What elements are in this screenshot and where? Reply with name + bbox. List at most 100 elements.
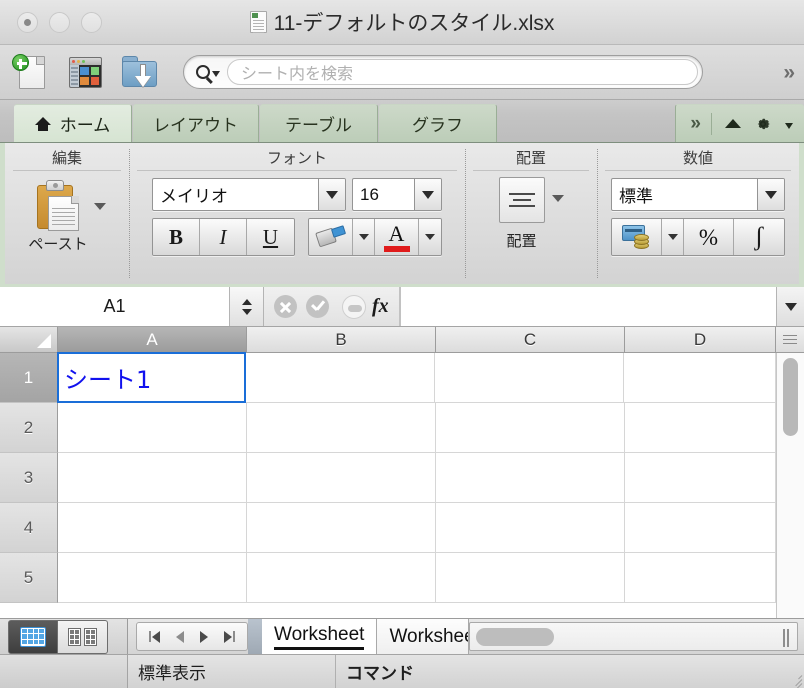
- fill-color-button[interactable]: [309, 219, 353, 255]
- chevron-up-icon[interactable]: [725, 119, 741, 128]
- tab-layout[interactable]: レイアウト: [133, 104, 259, 142]
- row-header-1[interactable]: 1: [0, 353, 58, 403]
- vertical-scrollbar-thumb[interactable]: [783, 358, 798, 436]
- column-header-b[interactable]: B: [247, 327, 436, 353]
- cell-d4[interactable]: [625, 503, 776, 553]
- zoom-button[interactable]: [81, 12, 102, 33]
- tab-charts[interactable]: グラフ: [379, 104, 497, 142]
- number-format-dropdown-icon[interactable]: [757, 179, 784, 210]
- tab-home[interactable]: ホーム: [14, 104, 132, 142]
- alignment-dropdown-icon[interactable]: [552, 195, 564, 202]
- ribbon-group-font-title: フォント: [267, 147, 327, 168]
- row-header-5[interactable]: 5: [0, 553, 58, 603]
- fill-color-dropdown-icon[interactable]: [353, 219, 375, 255]
- cell-b2[interactable]: [247, 403, 436, 453]
- font-size-dropdown-icon[interactable]: [414, 179, 441, 210]
- cell-b4[interactable]: [247, 503, 436, 553]
- open-folder-icon[interactable]: [118, 52, 161, 93]
- search-field[interactable]: シート内を検索: [183, 55, 703, 89]
- ribbon-overflow-icon[interactable]: »: [690, 113, 698, 135]
- alignment-button[interactable]: [499, 177, 545, 223]
- cancel-circle-icon[interactable]: [274, 295, 297, 318]
- font-color-dropdown-icon[interactable]: [419, 219, 441, 255]
- underline-button[interactable]: U: [247, 219, 294, 255]
- previous-sheet-button[interactable]: [176, 631, 184, 643]
- font-name-combo[interactable]: メイリオ: [152, 178, 346, 211]
- paste-dropdown-icon[interactable]: [94, 203, 106, 210]
- cell-b1[interactable]: [246, 353, 435, 403]
- template-gallery-icon[interactable]: [64, 52, 107, 93]
- currency-dropdown-icon[interactable]: [662, 219, 684, 255]
- cell-d3[interactable]: [625, 453, 776, 503]
- formula-input[interactable]: [400, 287, 776, 326]
- currency-format-button[interactable]: [612, 219, 662, 255]
- divider: [137, 170, 457, 171]
- sheet-tab-worksheet-1[interactable]: Worksheet: [262, 619, 377, 654]
- page-layout-view-button[interactable]: [58, 620, 108, 654]
- select-all-corner[interactable]: [0, 327, 58, 353]
- number-format-combo[interactable]: 標準: [611, 178, 785, 211]
- font-name-value: メイリオ: [153, 179, 318, 210]
- tab-charts-label: グラフ: [412, 111, 463, 136]
- cell-d1[interactable]: [624, 353, 776, 403]
- sheet-tab-scrollbar-thumb[interactable]: [476, 628, 554, 646]
- name-box-stepper[interactable]: [230, 287, 264, 326]
- cell-a1[interactable]: シート1: [57, 352, 246, 403]
- percent-format-button[interactable]: %: [684, 219, 734, 255]
- column-header-a[interactable]: A: [58, 327, 247, 353]
- search-icon[interactable]: [184, 65, 220, 79]
- italic-button[interactable]: I: [200, 219, 247, 255]
- window-title: 11-デフォルトのスタイル.xlsx: [274, 7, 555, 37]
- cell-c2[interactable]: [436, 403, 625, 453]
- fx-icon[interactable]: fx: [372, 295, 389, 318]
- bold-button[interactable]: B: [153, 219, 200, 255]
- cell-a5[interactable]: [58, 553, 247, 603]
- row-header-3[interactable]: 3: [0, 453, 58, 503]
- tab-split-grip[interactable]: [783, 629, 789, 647]
- cell-d5[interactable]: [625, 553, 776, 603]
- row-header-2[interactable]: 2: [0, 403, 58, 453]
- accept-circle-icon[interactable]: [306, 295, 329, 318]
- search-input[interactable]: シート内を検索: [227, 59, 698, 85]
- row-header-4[interactable]: 4: [0, 503, 58, 553]
- toolbar-overflow-icon[interactable]: »: [771, 62, 796, 83]
- cell-a4[interactable]: [58, 503, 247, 553]
- font-name-dropdown-icon[interactable]: [318, 179, 345, 210]
- vertical-scrollbar[interactable]: [776, 353, 804, 618]
- cell-c5[interactable]: [436, 553, 625, 603]
- status-bar: 標準表示 コマンド: [0, 654, 804, 688]
- cell-c3[interactable]: [436, 453, 625, 503]
- cell-c1[interactable]: [435, 353, 624, 403]
- column-header-d[interactable]: D: [625, 327, 776, 353]
- last-sheet-button[interactable]: [224, 631, 235, 643]
- cell-a2[interactable]: [58, 403, 247, 453]
- gear-icon[interactable]: [754, 115, 772, 133]
- cell-a3[interactable]: [58, 453, 247, 503]
- first-sheet-button[interactable]: [149, 631, 160, 643]
- cell-b3[interactable]: [247, 453, 436, 503]
- next-sheet-button[interactable]: [200, 631, 208, 643]
- close-button[interactable]: [17, 12, 38, 33]
- divider: [711, 113, 712, 135]
- cell-b5[interactable]: [247, 553, 436, 603]
- name-box[interactable]: A1: [0, 287, 230, 326]
- sheet-tab-worksheet-2[interactable]: Worksheet: [377, 619, 469, 654]
- tab-tables[interactable]: テーブル: [260, 104, 378, 142]
- formula-bar-expand-icon[interactable]: [776, 287, 804, 326]
- font-size-combo[interactable]: 16: [352, 178, 442, 211]
- new-document-icon[interactable]: [10, 52, 53, 93]
- normal-view-button[interactable]: [8, 620, 58, 654]
- sheet-tab-scrollbar[interactable]: [469, 622, 798, 651]
- cell-d2[interactable]: [625, 403, 776, 453]
- cell-c4[interactable]: [436, 503, 625, 553]
- ribbon-group-alignment-title: 配置: [516, 147, 546, 168]
- minimize-button[interactable]: [49, 12, 70, 33]
- formula-builder-icon[interactable]: [342, 295, 366, 319]
- resize-grip[interactable]: [786, 670, 802, 686]
- column-header-c[interactable]: C: [436, 327, 625, 353]
- paste-button[interactable]: ペースト: [28, 179, 87, 254]
- comma-format-button[interactable]: ʃ: [734, 219, 784, 255]
- view-toggle-group: [0, 619, 128, 654]
- gear-dropdown-icon[interactable]: [785, 123, 793, 129]
- font-color-button[interactable]: A: [375, 219, 419, 255]
